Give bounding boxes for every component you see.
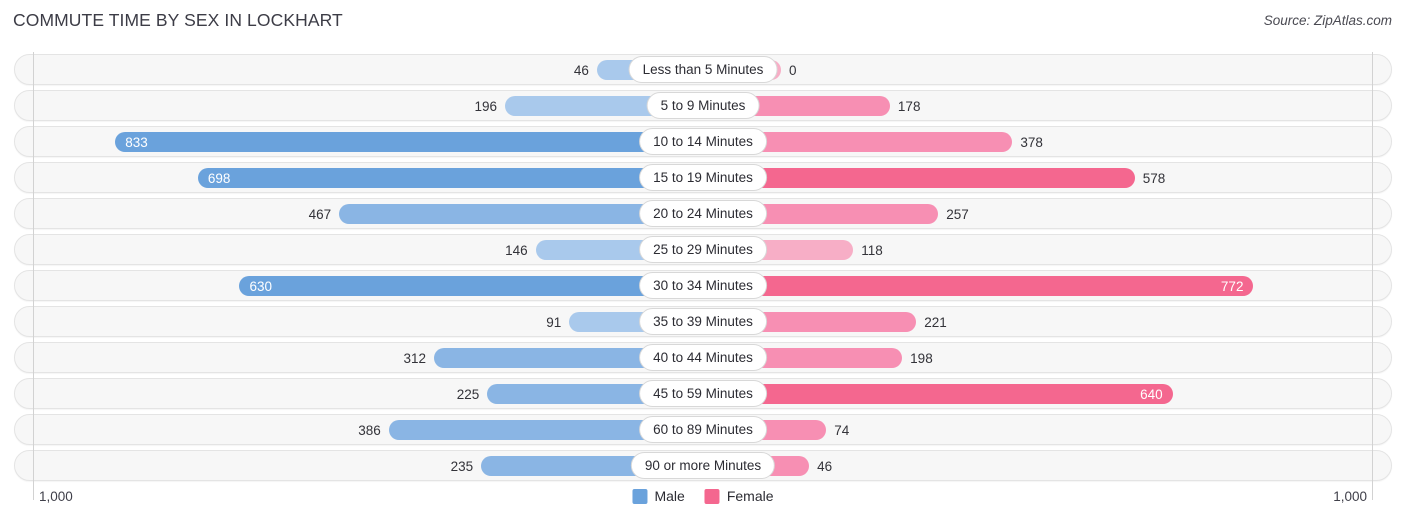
category-label-pill: Less than 5 Minutes <box>628 56 778 83</box>
axis-line-left <box>33 52 34 484</box>
row-bars: 91 221 35 to 39 Minutes <box>0 304 1406 340</box>
chart-row: 630 772 30 to 34 Minutes <box>0 268 1406 304</box>
value-label-female: 198 <box>910 351 933 366</box>
chart-row: 235 46 90 or more Minutes <box>0 448 1406 484</box>
chart-row: 833 378 10 to 14 Minutes <box>0 124 1406 160</box>
axis-tick-rule-right <box>1372 484 1373 500</box>
legend-item-male[interactable]: Male <box>632 488 685 504</box>
value-label-male: 386 <box>358 423 381 438</box>
value-label-male: 467 <box>308 207 332 222</box>
source-attribution: Source: ZipAtlas.com <box>1263 13 1392 28</box>
category-label-pill: 20 to 24 Minutes <box>639 200 767 227</box>
value-label-female: 257 <box>946 207 969 222</box>
bar-female[interactable] <box>703 168 1135 188</box>
value-label-female: 178 <box>897 99 921 114</box>
category-label-pill: 90 or more Minutes <box>630 452 776 479</box>
row-bars: 630 772 30 to 34 Minutes <box>0 268 1406 304</box>
chart-row: 386 74 60 to 89 Minutes <box>0 412 1406 448</box>
category-label-pill: 35 to 39 Minutes <box>639 308 767 335</box>
value-label-male: 698 <box>207 171 231 186</box>
chart-row: 91 221 35 to 39 Minutes <box>0 304 1406 340</box>
bar-female[interactable] <box>703 276 1254 296</box>
row-bars: 46 0 Less than 5 Minutes <box>0 52 1406 88</box>
bar-male[interactable] <box>115 132 703 152</box>
value-label-female: 640 <box>1140 387 1163 402</box>
category-label-pill: 5 to 9 Minutes <box>646 92 760 119</box>
row-bars: 312 198 40 to 44 Minutes <box>0 340 1406 376</box>
chart-page: COMMUTE TIME BY SEX IN LOCKHART Source: … <box>0 0 1406 523</box>
row-bars: 467 257 20 to 24 Minutes <box>0 196 1406 232</box>
chart-row: 467 257 20 to 24 Minutes <box>0 196 1406 232</box>
value-label-male: 235 <box>450 459 474 474</box>
value-label-female: 46 <box>817 459 833 474</box>
chart-row: 698 578 15 to 19 Minutes <box>0 160 1406 196</box>
value-label-female: 221 <box>924 315 947 330</box>
value-label-male: 630 <box>249 279 272 294</box>
value-label-female: 772 <box>1220 279 1244 294</box>
category-label-pill: 25 to 29 Minutes <box>639 236 767 263</box>
category-label-pill: 30 to 34 Minutes <box>639 272 767 299</box>
chart-row: 196 178 5 to 9 Minutes <box>0 88 1406 124</box>
value-label-female: 578 <box>1142 171 1166 186</box>
row-bars: 698 578 15 to 19 Minutes <box>0 160 1406 196</box>
chart-row: 225 640 45 to 59 Minutes <box>0 376 1406 412</box>
chart-footer: 1,000 1,000 Male Female <box>0 484 1406 523</box>
category-label-pill: 60 to 89 Minutes <box>639 416 767 443</box>
value-label-male: 196 <box>474 99 498 114</box>
value-label-male: 46 <box>573 63 589 78</box>
row-bars: 833 378 10 to 14 Minutes <box>0 124 1406 160</box>
row-bars: 235 46 90 or more Minutes <box>0 448 1406 484</box>
value-label-female: 74 <box>834 423 850 438</box>
chart-row: 146 118 25 to 29 Minutes <box>0 232 1406 268</box>
legend-swatch-icon <box>704 488 720 504</box>
chart-legend: Male Female <box>632 488 774 504</box>
row-bars: 386 74 60 to 89 Minutes <box>0 412 1406 448</box>
category-label-pill: 45 to 59 Minutes <box>639 380 767 407</box>
bar-male[interactable] <box>197 168 703 188</box>
legend-swatch-icon <box>632 488 648 504</box>
value-label-female: 378 <box>1020 135 1043 150</box>
category-label-pill: 40 to 44 Minutes <box>639 344 767 371</box>
axis-line-right <box>1372 52 1373 484</box>
value-label-male: 225 <box>456 387 480 402</box>
chart-rows: 46 0 Less than 5 Minutes 196 178 5 to 9 Minut… <box>0 52 1406 484</box>
value-label-male: 312 <box>403 351 427 366</box>
legend-item-female[interactable]: Female <box>704 488 774 504</box>
value-label-male: 833 <box>125 135 148 150</box>
row-bars: 196 178 5 to 9 Minutes <box>0 88 1406 124</box>
category-label-pill: 15 to 19 Minutes <box>639 164 767 191</box>
chart-row: 46 0 Less than 5 Minutes <box>0 52 1406 88</box>
value-label-male: 91 <box>546 315 562 330</box>
bar-female[interactable] <box>703 384 1173 404</box>
value-label-male: 146 <box>505 243 528 258</box>
legend-label: Male <box>654 488 685 504</box>
axis-label-right: 1,000 <box>1333 489 1367 504</box>
chart-row: 312 198 40 to 44 Minutes <box>0 340 1406 376</box>
category-label-pill: 10 to 14 Minutes <box>639 128 767 155</box>
value-label-female: 0 <box>789 63 797 78</box>
row-bars: 225 640 45 to 59 Minutes <box>0 376 1406 412</box>
axis-tick-rule-left <box>33 484 34 500</box>
value-label-female: 118 <box>861 243 883 258</box>
row-bars: 146 118 25 to 29 Minutes <box>0 232 1406 268</box>
legend-label: Female <box>726 488 774 504</box>
page-title: COMMUTE TIME BY SEX IN LOCKHART <box>13 10 343 30</box>
plot-area: 46 0 Less than 5 Minutes 196 178 5 to 9 Minut… <box>0 52 1406 484</box>
bar-male[interactable] <box>239 276 703 296</box>
axis-label-left: 1,000 <box>39 489 73 504</box>
